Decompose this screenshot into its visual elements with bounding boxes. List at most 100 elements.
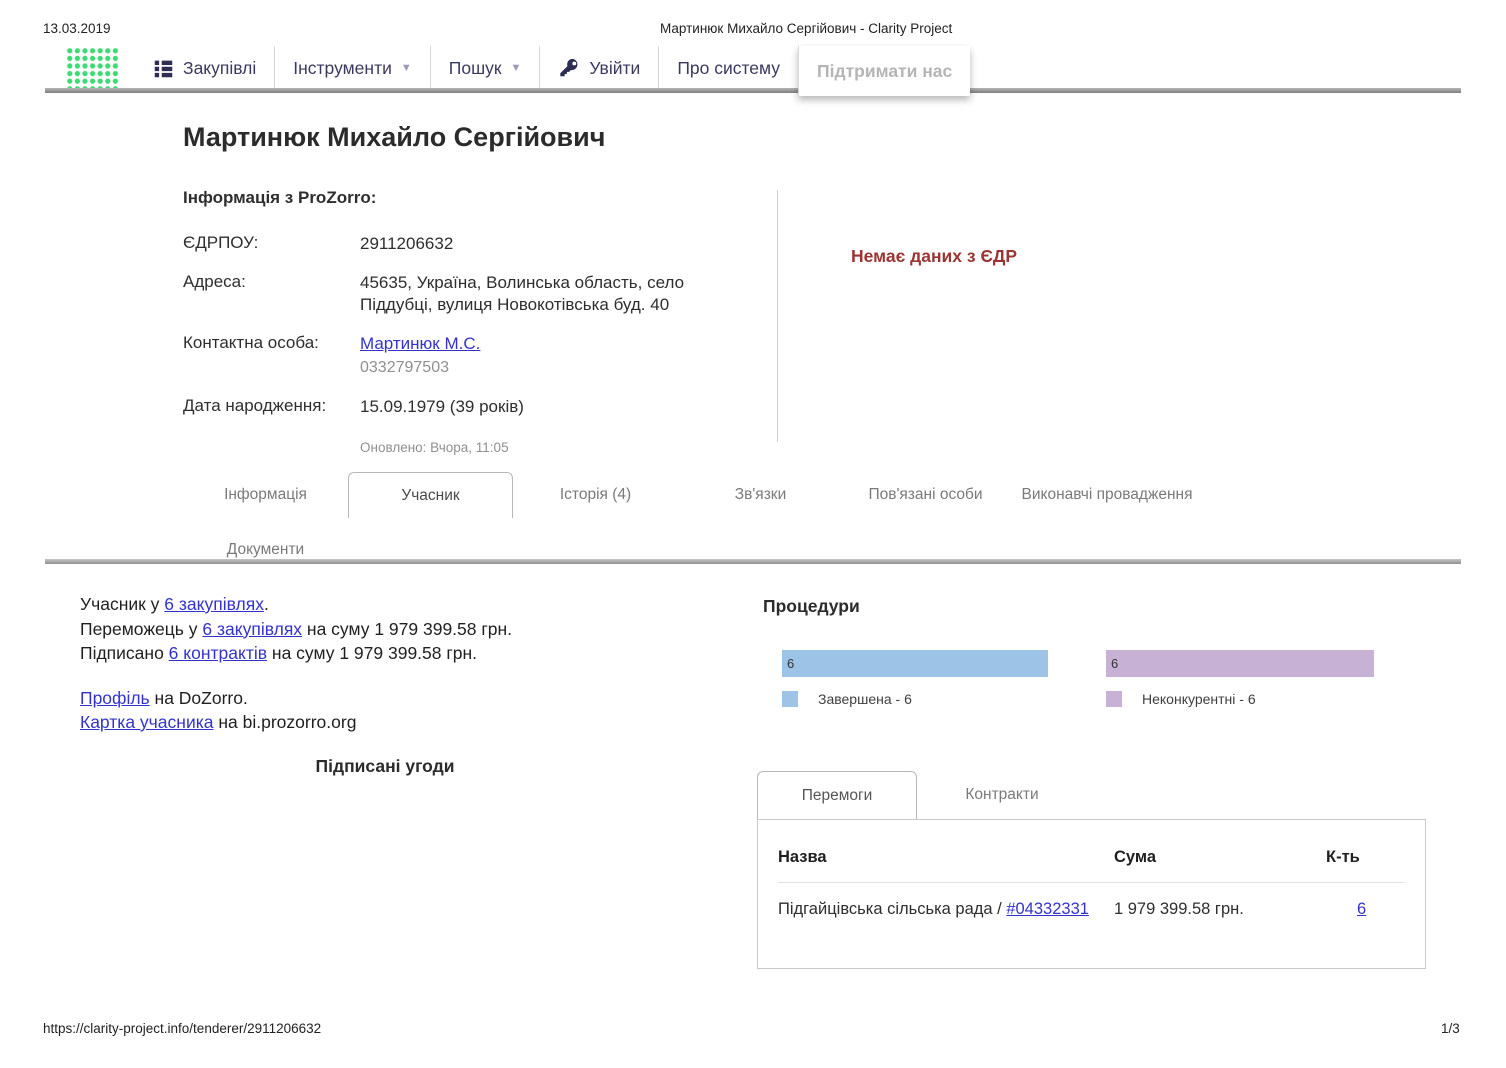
cell-count: 6 bbox=[1326, 898, 1405, 921]
wins-table: Назва Сума К-ть Підгайцівська сільська р… bbox=[757, 819, 1426, 969]
edr-no-data-notice: Немає даних з ЄДР bbox=[851, 246, 1017, 267]
cell-name: Підгайцівська сільська рада / #04332331 bbox=[778, 898, 1114, 921]
bar-completed: 6 bbox=[782, 650, 1048, 677]
participant-stats: Учасник у 6 закупівлях. Переможець у 6 з… bbox=[80, 592, 512, 735]
legend-label: Неконкурентні - 6 bbox=[1142, 691, 1256, 707]
stats-line-participant: Учасник у 6 закупівлях. bbox=[80, 592, 512, 617]
tab-vykonavchi-provadzhennya[interactable]: Виконавчі провадження bbox=[1008, 472, 1206, 518]
legend-noncompetitive: Неконкурентні - 6 bbox=[1106, 691, 1374, 707]
buyer-edrpou-link[interactable]: #04332331 bbox=[1006, 900, 1089, 918]
nav-item-procurements[interactable]: Закупівлі bbox=[135, 46, 274, 90]
wins-tabs: Перемоги Контракти bbox=[757, 771, 1426, 819]
procurements-count-link[interactable]: 6 закупівлях bbox=[164, 594, 264, 614]
nav-item-about[interactable]: Про систему bbox=[658, 46, 798, 90]
info-row-birthdate: Дата народження: 15.09.1979 (39 років) bbox=[183, 396, 758, 418]
bar-noncompetitive: 6 bbox=[1106, 650, 1374, 677]
contracts-count-link[interactable]: 6 контрактів bbox=[169, 643, 267, 663]
birthdate-value: 15.09.1979 (39 років) bbox=[360, 396, 735, 418]
print-footer-url: https://clarity-project.info/tenderer/29… bbox=[43, 1021, 321, 1036]
stats-text: Переможець у bbox=[80, 619, 202, 639]
contact-person-link[interactable]: Мартинюк М.С. bbox=[360, 334, 480, 353]
stats-line-dozorro: Профіль на DoZorro. bbox=[80, 686, 512, 711]
updated-timestamp: Оновлено: Вчора, 11:05 bbox=[360, 440, 758, 455]
key-icon bbox=[558, 57, 580, 79]
profile-tabs: Інформація Учасник Історія (4) Зв'язки П… bbox=[183, 472, 1206, 518]
legend-label: Завершена - 6 bbox=[818, 691, 912, 707]
print-date: 13.03.2019 bbox=[43, 21, 111, 36]
bar-value-label: 6 bbox=[787, 656, 794, 671]
nav-item-search[interactable]: Пошук ▼ bbox=[430, 46, 540, 90]
vertical-divider bbox=[777, 190, 778, 442]
page-title: Мартинюк Михайло Сергійович bbox=[183, 122, 605, 153]
chevron-down-icon: ▼ bbox=[511, 62, 522, 74]
signed-agreements-heading: Підписані угоди bbox=[80, 756, 690, 777]
legend-swatch-icon bbox=[782, 691, 798, 707]
nav-label: Закупівлі bbox=[183, 58, 256, 79]
wins-count-link[interactable]: 6 закупівлях bbox=[202, 619, 302, 639]
nav-label: Інструменти bbox=[293, 58, 392, 79]
info-row-edrpou: ЄДРПОУ: 2911206632 bbox=[183, 233, 758, 255]
contact-phone: 0332797503 bbox=[360, 357, 735, 379]
nav-item-login[interactable]: Увійти bbox=[539, 46, 658, 90]
nav-label: Увійти bbox=[589, 58, 640, 79]
procedures-chart-noncompetitive: 6 Неконкурентні - 6 bbox=[1106, 650, 1374, 707]
stats-text: на суму 1 979 399.58 грн. bbox=[267, 643, 477, 663]
tab-povyazani-osoby[interactable]: Пов'язані особи bbox=[843, 472, 1008, 518]
field-label: ЄДРПОУ: bbox=[183, 233, 360, 255]
legend-swatch-icon bbox=[1106, 691, 1122, 707]
tab-dokumenty[interactable]: Документи bbox=[183, 527, 348, 573]
stats-text: на суму 1 979 399.58 грн. bbox=[302, 619, 512, 639]
chevron-down-icon: ▼ bbox=[401, 62, 412, 74]
column-header-sum: Сума bbox=[1114, 848, 1326, 867]
list-icon bbox=[153, 58, 174, 79]
wins-table-header: Назва Сума К-ть bbox=[778, 834, 1405, 883]
buyer-name: Підгайцівська сільська рада / bbox=[778, 900, 1006, 918]
stats-line-contracts: Підписано 6 контрактів на суму 1 979 399… bbox=[80, 641, 512, 666]
nav-label: Підтримати нас bbox=[817, 61, 952, 82]
navbar: Закупівлі Інструменти ▼ Пошук ▼ Увійти П… bbox=[65, 46, 970, 90]
table-row: Підгайцівська сільська рада / #04332331 … bbox=[778, 883, 1405, 921]
tab-zvyazky[interactable]: Зв'язки bbox=[678, 472, 843, 518]
profile-tabs-row2: Документи bbox=[183, 527, 348, 573]
wins-count-link[interactable]: 6 bbox=[1357, 900, 1366, 918]
field-label: Контактна особа: bbox=[183, 333, 360, 379]
stats-text: Підписано bbox=[80, 643, 169, 663]
stats-line-winner: Переможець у 6 закупівлях на суму 1 979 … bbox=[80, 617, 512, 642]
nav-item-support-us[interactable]: Підтримати нас bbox=[798, 46, 970, 96]
info-row-address: Адреса: 45635, Україна, Волинська област… bbox=[183, 272, 758, 316]
stats-text: на bi.prozorro.org bbox=[214, 712, 357, 732]
navbar-divider bbox=[45, 88, 1461, 93]
tab-kontrakty[interactable]: Контракти bbox=[917, 771, 1087, 819]
info-row-contact: Контактна особа: Мартинюк М.С. 033279750… bbox=[183, 333, 758, 379]
dozorro-profile-link[interactable]: Профіль bbox=[80, 688, 150, 708]
wins-panel: Перемоги Контракти Назва Сума К-ть Підга… bbox=[757, 771, 1426, 969]
tab-informatsiya[interactable]: Інформація bbox=[183, 472, 348, 518]
bi-prozorro-card-link[interactable]: Картка учасника bbox=[80, 712, 214, 732]
prozorro-info-heading: Інформація з ProZorro: bbox=[183, 188, 758, 208]
column-header-name: Назва bbox=[778, 848, 1114, 867]
field-label: Адреса: bbox=[183, 272, 360, 316]
print-footer-page-number: 1/3 bbox=[1441, 1021, 1460, 1036]
tab-istoriya[interactable]: Історія (4) bbox=[513, 472, 678, 518]
procedures-chart-completed: 6 Завершена - 6 bbox=[782, 650, 1048, 707]
print-page-title: Мартинюк Михайло Сергійович - Clarity Pr… bbox=[660, 21, 952, 36]
stats-text: на DoZorro. bbox=[150, 688, 248, 708]
cell-sum: 1 979 399.58 грн. bbox=[1114, 898, 1326, 921]
stats-line-biprozorro: Картка учасника на bi.prozorro.org bbox=[80, 710, 512, 735]
nav-label: Про систему bbox=[677, 58, 780, 79]
tab-peremohy[interactable]: Перемоги bbox=[757, 771, 917, 819]
field-label: Дата народження: bbox=[183, 396, 360, 418]
legend-completed: Завершена - 6 bbox=[782, 691, 1048, 707]
tab-uchasnyk[interactable]: Учасник bbox=[348, 472, 513, 518]
prozorro-info-panel: Інформація з ProZorro: ЄДРПОУ: 291120663… bbox=[183, 188, 758, 455]
nav-label: Пошук bbox=[449, 58, 502, 79]
procedures-heading: Процедури bbox=[763, 596, 860, 617]
nav-item-tools[interactable]: Інструменти ▼ bbox=[274, 46, 430, 90]
stats-text: Учасник у bbox=[80, 594, 164, 614]
stats-text: . bbox=[264, 594, 269, 614]
section-divider bbox=[45, 559, 1461, 564]
column-header-count: К-ть bbox=[1326, 848, 1405, 867]
clarity-logo-icon[interactable] bbox=[65, 46, 119, 91]
edrpou-value: 2911206632 bbox=[360, 233, 735, 255]
bar-value-label: 6 bbox=[1111, 656, 1118, 671]
